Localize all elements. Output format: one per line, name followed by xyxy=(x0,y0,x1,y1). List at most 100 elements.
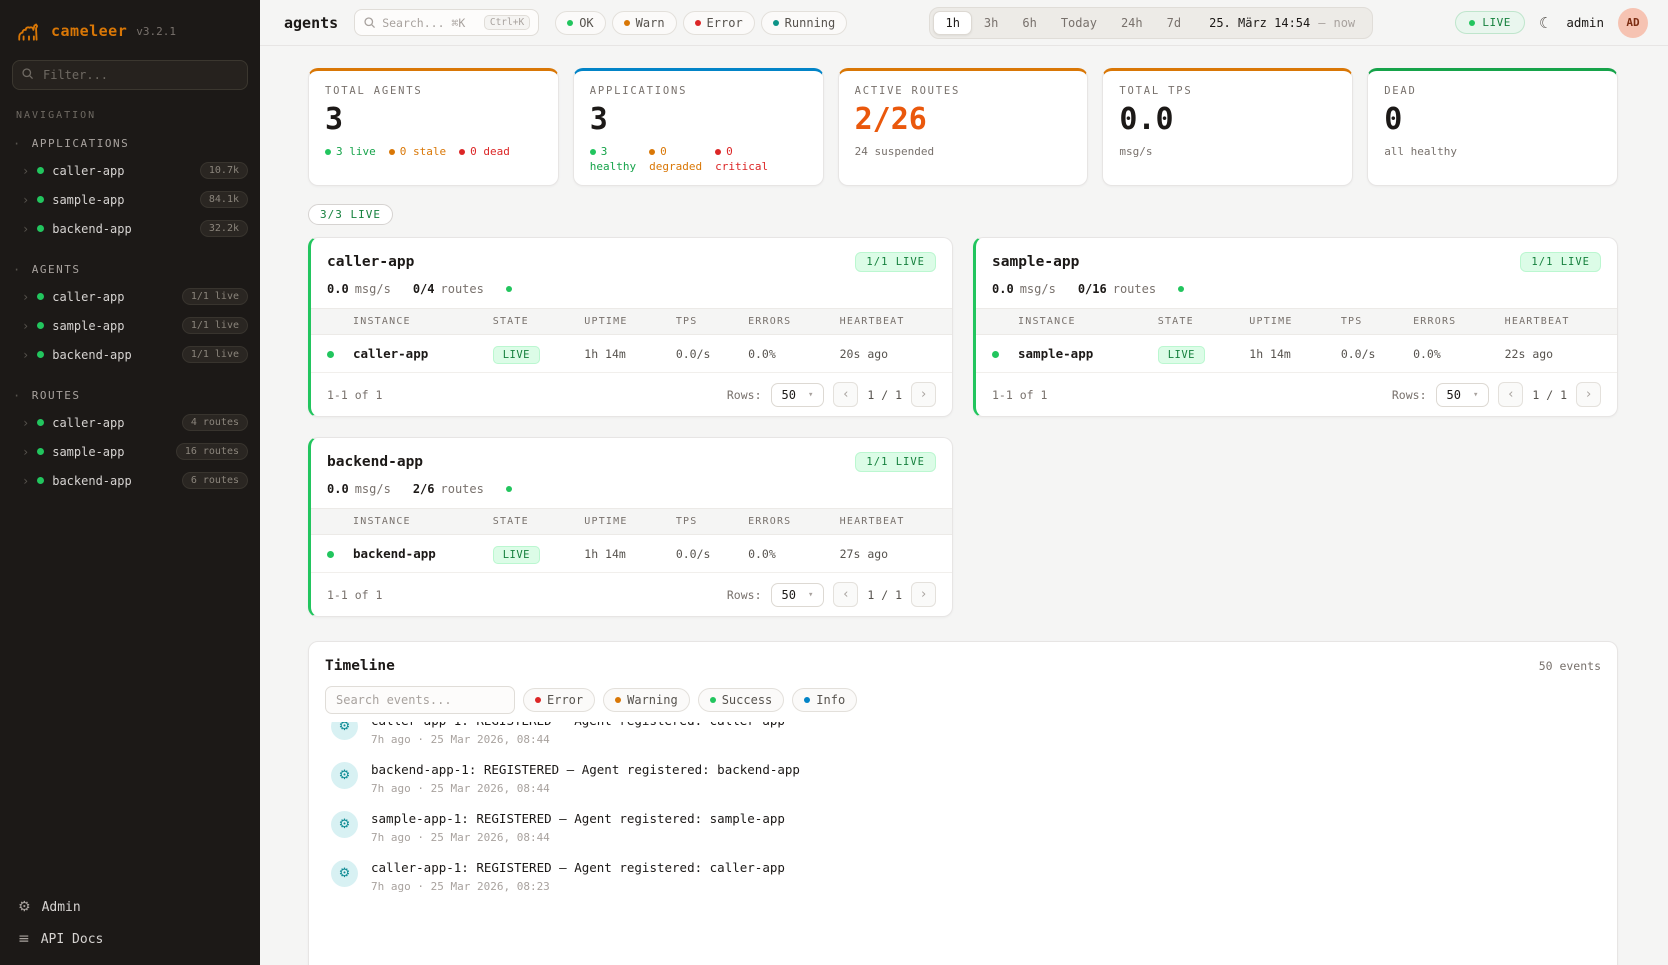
global-search-input[interactable] xyxy=(382,16,478,30)
app-logo[interactable]: cameleer v3.2.1 xyxy=(0,14,260,60)
rows-per-page-select[interactable]: 50▾ xyxy=(1436,383,1490,407)
timeline-filter-error[interactable]: Error xyxy=(523,688,595,712)
table-row[interactable]: sample-app LIVE 1h 14m 0.0/s 0.0% 22s ag… xyxy=(976,335,1617,373)
timeline-filter-warning[interactable]: Warning xyxy=(603,688,690,712)
next-page-button[interactable]: › xyxy=(911,582,936,607)
filter-chip-error[interactable]: Error xyxy=(683,11,755,35)
health-dot xyxy=(506,286,512,292)
timeline-panel: Timeline 50 events Error Warning Success… xyxy=(308,641,1618,965)
global-search[interactable]: Ctrl+K xyxy=(354,9,539,36)
stat-card-total-agents: TOTAL AGENTS 3 3 live 0 stale 0 dead xyxy=(308,68,559,186)
sidebar-section-agents: · AGENTS › caller-app 1/1 live › sample-… xyxy=(0,259,260,369)
sidebar-item-routes-backend-app[interactable]: › backend-app 6 routes xyxy=(0,466,260,495)
sidebar-item-applications-backend-app[interactable]: › backend-app 32.2k xyxy=(0,214,260,243)
sidebar-section-applications: · APPLICATIONS › caller-app 10.7k › samp… xyxy=(0,133,260,243)
prev-page-button[interactable]: ‹ xyxy=(833,582,858,607)
time-range-7d[interactable]: 7d xyxy=(1155,11,1193,35)
chevron-down-icon: ▾ xyxy=(808,590,813,600)
avatar[interactable]: AD xyxy=(1618,8,1648,38)
event-gear-icon: ⚙ xyxy=(331,811,358,838)
table-row[interactable]: caller-app LIVE 1h 14m 0.0/s 0.0% 20s ag… xyxy=(311,335,952,373)
moon-icon: ☾ xyxy=(1539,14,1552,32)
routes-metric: 0/16routes xyxy=(1078,282,1156,296)
filter-chip-ok[interactable]: OK xyxy=(555,11,605,35)
next-page-button[interactable]: › xyxy=(1576,382,1601,407)
rows-per-page-select[interactable]: 50▾ xyxy=(771,583,825,607)
section-header-agents[interactable]: · AGENTS xyxy=(0,259,260,282)
timeline-filter-success[interactable]: Success xyxy=(698,688,785,712)
table-row[interactable]: backend-app LIVE 1h 14m 0.0/s 0.0% 27s a… xyxy=(311,535,952,573)
timeline-event[interactable]: ⚙ caller-app-1: REGISTERED — Agent regis… xyxy=(325,852,1601,901)
dark-mode-toggle[interactable]: ☾ xyxy=(1539,14,1552,32)
timeline-event[interactable]: ⚙ caller-app-1: REGISTERED — Agent regis… xyxy=(325,722,1601,754)
sidebar-footer: ⚙ Admin ≡ API Docs xyxy=(0,887,260,947)
sidebar-item-admin[interactable]: ⚙ Admin xyxy=(18,899,242,915)
section-header-routes[interactable]: · ROUTES xyxy=(0,385,260,408)
prev-page-button[interactable]: ‹ xyxy=(833,382,858,407)
tps-metric: 0.0msg/s xyxy=(327,282,391,296)
timeline-filter-info[interactable]: Info xyxy=(792,688,857,712)
sidebar-item-badge: 10.7k xyxy=(200,162,248,179)
rows-label: Rows: xyxy=(727,388,762,402)
status-dot xyxy=(37,419,44,426)
stat-sub-stale: 0 stale xyxy=(389,145,446,158)
app-card-title[interactable]: sample-app xyxy=(992,254,1079,270)
sidebar-item-badge: 1/1 live xyxy=(182,288,248,305)
time-range-3h[interactable]: 3h xyxy=(972,11,1010,35)
timeline-event-list[interactable]: ⚙ caller-app-1: REGISTERED — Agent regis… xyxy=(325,722,1601,957)
sidebar-item-routes-sample-app[interactable]: › sample-app 16 routes xyxy=(0,437,260,466)
stat-value: 3 xyxy=(590,102,807,137)
filter-chip-running[interactable]: Running xyxy=(761,11,848,35)
time-range-6h[interactable]: 6h xyxy=(1010,11,1048,35)
heartbeat-cell: 27s ago xyxy=(840,547,936,561)
timeline-event[interactable]: ⚙ sample-app-1: REGISTERED — Agent regis… xyxy=(325,803,1601,852)
stat-sub-healthy: 3 healthy xyxy=(590,145,636,173)
app-card-title[interactable]: backend-app xyxy=(327,454,423,470)
sidebar-item-badge: 1/1 live xyxy=(182,317,248,334)
status-dot xyxy=(327,551,334,558)
time-range-24h[interactable]: 24h xyxy=(1109,11,1155,35)
admin-label: Admin xyxy=(42,900,81,915)
chevron-right-icon: › xyxy=(22,474,29,488)
event-gear-icon: ⚙ xyxy=(331,860,358,887)
prev-page-button[interactable]: ‹ xyxy=(1498,382,1523,407)
sidebar: cameleer v3.2.1 NAVIGATION · APPLICATION… xyxy=(0,0,260,965)
time-range-today[interactable]: Today xyxy=(1049,11,1109,35)
section-label: APPLICATIONS xyxy=(32,137,129,150)
errors-cell: 0.0% xyxy=(1413,347,1505,361)
tps-metric: 0.0msg/s xyxy=(327,482,391,496)
timeline-search-input[interactable] xyxy=(325,686,515,714)
time-range-1h[interactable]: 1h xyxy=(933,11,971,35)
status-dot xyxy=(567,20,573,26)
section-header-applications[interactable]: · APPLICATIONS xyxy=(0,133,260,156)
sidebar-filter-input[interactable] xyxy=(12,60,248,90)
sidebar-filter xyxy=(12,60,248,90)
tps-cell: 0.0/s xyxy=(676,347,748,361)
rows-per-page-select[interactable]: 50▾ xyxy=(771,383,825,407)
filter-chip-warn[interactable]: Warn xyxy=(612,11,677,35)
chevron-right-icon: › xyxy=(22,290,29,304)
sidebar-item-agents-backend-app[interactable]: › backend-app 1/1 live xyxy=(0,340,260,369)
stat-label: ACTIVE ROUTES xyxy=(855,85,1072,97)
next-page-button[interactable]: › xyxy=(911,382,936,407)
sidebar-item-api-docs[interactable]: ≡ API Docs xyxy=(18,931,242,947)
status-dot xyxy=(773,20,779,26)
event-gear-icon: ⚙ xyxy=(331,722,358,740)
state-badge: LIVE xyxy=(1158,346,1205,364)
sidebar-item-applications-sample-app[interactable]: › sample-app 84.1k xyxy=(0,185,260,214)
app-card-title[interactable]: caller-app xyxy=(327,254,414,270)
sidebar-item-agents-sample-app[interactable]: › sample-app 1/1 live xyxy=(0,311,260,340)
docs-icon: ≡ xyxy=(18,931,30,947)
event-title: caller-app-1: REGISTERED — Agent registe… xyxy=(371,722,785,728)
uptime-cell: 1h 14m xyxy=(584,347,676,361)
sidebar-item-label: backend-app xyxy=(52,474,131,488)
stat-label: TOTAL TPS xyxy=(1119,85,1336,97)
status-dot xyxy=(992,351,999,358)
sidebar-item-routes-caller-app[interactable]: › caller-app 4 routes xyxy=(0,408,260,437)
sidebar-item-applications-caller-app[interactable]: › caller-app 10.7k xyxy=(0,156,260,185)
stat-value: 3 xyxy=(325,102,542,137)
sidebar-item-agents-caller-app[interactable]: › caller-app 1/1 live xyxy=(0,282,260,311)
timeline-event[interactable]: ⚙ backend-app-1: REGISTERED — Agent regi… xyxy=(325,754,1601,803)
timeline-title: Timeline xyxy=(325,658,395,674)
tps-metric: 0.0msg/s xyxy=(992,282,1056,296)
